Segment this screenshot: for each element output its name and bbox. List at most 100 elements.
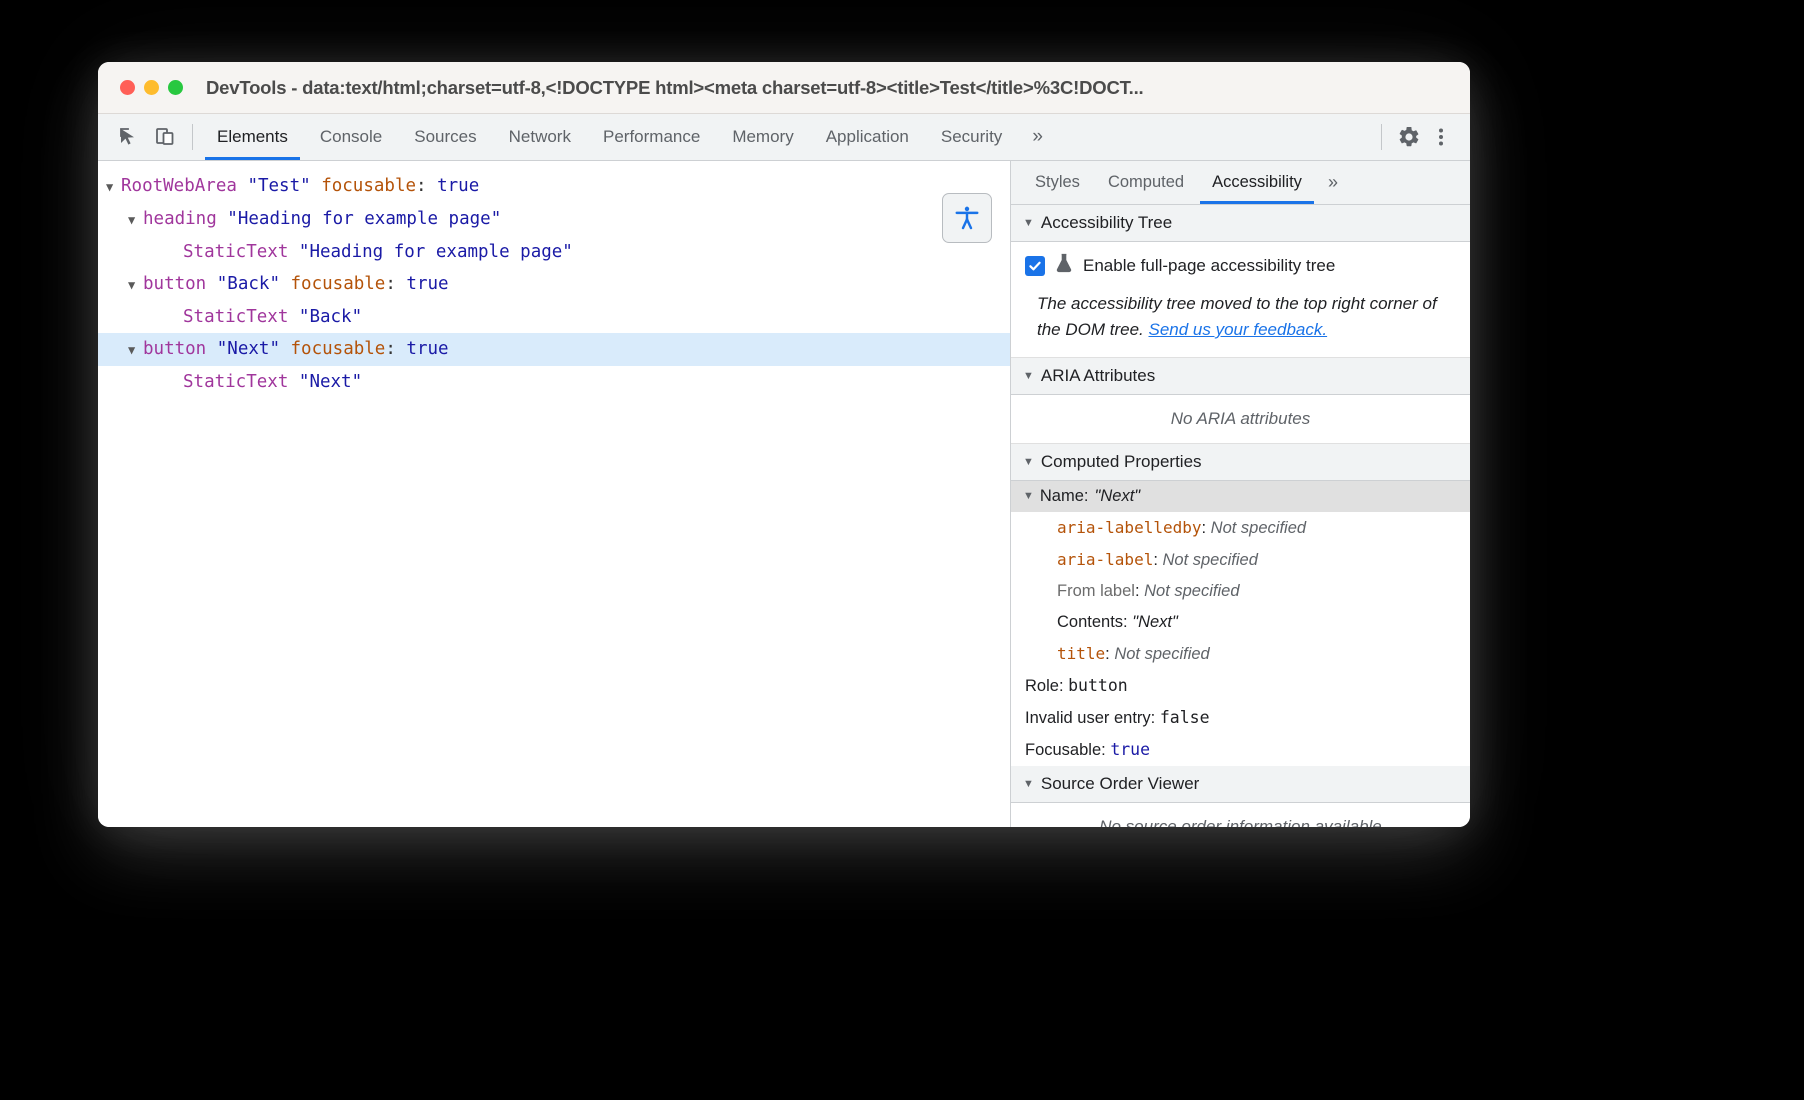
tab-elements[interactable]: Elements: [201, 114, 304, 160]
chevron-down-icon: ▼: [1023, 370, 1034, 382]
section-title-accessibility-tree: Accessibility Tree: [1041, 213, 1172, 233]
computed-property-separator: :: [1105, 645, 1114, 663]
sidebar-tab-accessibility[interactable]: Accessibility: [1198, 161, 1316, 204]
accessibility-tree-node[interactable]: ▼button "Back" focusable: true: [98, 268, 1010, 301]
aria-attributes-empty-text: No ARIA attributes: [1011, 395, 1470, 444]
section-title-aria-attributes: ARIA Attributes: [1041, 366, 1155, 386]
accessibility-tree-node[interactable]: StaticText "Back": [98, 301, 1010, 333]
accessibility-tree-node[interactable]: ▼button "Next" focusable: true: [98, 333, 1010, 366]
tab-sources[interactable]: Sources: [398, 114, 492, 160]
accessibility-tree-pane: ▼RootWebArea "Test" focusable: true▼head…: [98, 161, 1010, 827]
computed-property-key: Contents: [1057, 613, 1123, 631]
close-window-button[interactable]: [120, 80, 135, 95]
node-name: "Next": [217, 339, 280, 359]
computed-property-row[interactable]: aria-label: Not specified: [1011, 544, 1470, 576]
enable-full-page-tree-row[interactable]: Enable full-page accessibility tree: [1011, 242, 1470, 287]
devtools-toolbar: Elements Console Sources Network Perform…: [98, 114, 1470, 161]
elements-sidebar: Styles Computed Accessibility » ▼ Access…: [1010, 161, 1470, 827]
accessibility-tree-node[interactable]: ▼RootWebArea "Test" focusable: true: [98, 170, 1010, 203]
section-header-accessibility-tree[interactable]: ▼ Accessibility Tree: [1011, 205, 1470, 242]
send-feedback-link[interactable]: Send us your feedback.: [1148, 320, 1327, 339]
enable-full-page-tree-checkbox[interactable]: [1025, 256, 1045, 276]
computed-property-row[interactable]: aria-labelledby: Not specified: [1011, 512, 1470, 544]
more-options-icon[interactable]: [1426, 122, 1456, 152]
inspect-element-icon[interactable]: [114, 122, 144, 152]
devtools-window: DevTools - data:text/html;charset=utf-8,…: [98, 62, 1470, 827]
computed-property-row[interactable]: Role: button: [1011, 670, 1470, 702]
tab-performance-label: Performance: [603, 127, 700, 147]
node-attribute-separator: :: [385, 274, 406, 294]
device-toolbar-icon[interactable]: [150, 122, 180, 152]
accessibility-tree-node[interactable]: StaticText "Heading for example page": [98, 236, 1010, 268]
computed-property-row[interactable]: Contents: "Next": [1011, 607, 1470, 638]
node-role: heading: [143, 209, 227, 229]
accessibility-tree-list: ▼RootWebArea "Test" focusable: true▼head…: [98, 161, 1010, 398]
accessibility-tree-node[interactable]: StaticText "Next": [98, 366, 1010, 398]
tab-console[interactable]: Console: [304, 114, 398, 160]
tab-elements-label: Elements: [217, 127, 288, 147]
sidebar-more-tabs-chevron-icon[interactable]: »: [1316, 161, 1350, 204]
maximize-window-button[interactable]: [168, 80, 183, 95]
chevron-down-icon: ▼: [1023, 778, 1034, 790]
computed-property-row[interactable]: From label: Not specified: [1011, 576, 1470, 607]
computed-name-sub-rows: aria-labelledby: Not specifiedaria-label…: [1011, 512, 1470, 670]
tab-security[interactable]: Security: [925, 114, 1018, 160]
sidebar-tab-styles[interactable]: Styles: [1021, 161, 1094, 204]
section-header-computed-properties[interactable]: ▼ Computed Properties: [1011, 444, 1470, 481]
more-tabs-chevron-icon[interactable]: »: [1018, 114, 1057, 160]
minimize-window-button[interactable]: [144, 80, 159, 95]
node-attribute-value: true: [406, 274, 448, 294]
computed-property-value: button: [1068, 676, 1128, 695]
traffic-lights: [120, 80, 183, 95]
computed-property-value: Not specified: [1144, 582, 1239, 600]
computed-name-row[interactable]: ▼ Name: "Next": [1011, 481, 1470, 512]
toolbar-right-icons: [1371, 114, 1470, 160]
computed-property-separator: :: [1059, 677, 1068, 695]
node-name: "Heading for example page": [299, 242, 573, 262]
node-role: StaticText: [183, 372, 299, 392]
node-attribute-value: true: [437, 176, 479, 196]
window-title: DevTools - data:text/html;charset=utf-8,…: [206, 77, 1143, 99]
tab-performance[interactable]: Performance: [587, 114, 716, 160]
computed-property-key: From label: [1057, 582, 1135, 600]
sidebar-tab-computed[interactable]: Computed: [1094, 161, 1198, 204]
tab-sources-label: Sources: [414, 127, 476, 147]
node-name: "Heading for example page": [227, 209, 501, 229]
sidebar-tab-styles-label: Styles: [1035, 173, 1080, 192]
toolbar-divider: [192, 124, 193, 150]
computed-property-separator: :: [1202, 519, 1211, 537]
tab-network-label: Network: [509, 127, 571, 147]
settings-gear-icon[interactable]: [1394, 122, 1424, 152]
computed-property-value: "Next": [1132, 613, 1178, 631]
enable-full-page-tree-label: Enable full-page accessibility tree: [1083, 256, 1335, 276]
computed-property-row[interactable]: Focusable: true: [1011, 734, 1470, 766]
tab-application[interactable]: Application: [810, 114, 925, 160]
expand-triangle-icon[interactable]: ▼: [128, 204, 143, 236]
expand-triangle-icon[interactable]: ▼: [128, 334, 143, 366]
computed-name-value: "Next": [1095, 483, 1141, 510]
computed-property-value: Not specified: [1211, 519, 1306, 537]
toolbar-divider-right: [1381, 124, 1382, 150]
expand-triangle-icon[interactable]: ▼: [128, 269, 143, 301]
accessibility-toggle-icon[interactable]: [942, 193, 992, 243]
computed-property-separator: :: [1153, 551, 1162, 569]
section-header-aria-attributes[interactable]: ▼ ARIA Attributes: [1011, 358, 1470, 395]
tab-security-label: Security: [941, 127, 1002, 147]
tab-memory[interactable]: Memory: [716, 114, 809, 160]
section-header-source-order-viewer[interactable]: ▼ Source Order Viewer: [1011, 766, 1470, 803]
computed-name-key: Name:: [1040, 483, 1089, 510]
expand-triangle-icon[interactable]: ▼: [106, 171, 121, 203]
tab-network[interactable]: Network: [493, 114, 587, 160]
sidebar-tabs: Styles Computed Accessibility »: [1011, 161, 1470, 205]
sidebar-tab-computed-label: Computed: [1108, 173, 1184, 192]
devtools-body: ▼RootWebArea "Test" focusable: true▼head…: [98, 161, 1470, 827]
accessibility-tree-node[interactable]: ▼heading "Heading for example page": [98, 203, 1010, 236]
section-title-computed-properties: Computed Properties: [1041, 452, 1202, 472]
computed-property-value: true: [1110, 740, 1150, 759]
computed-property-row[interactable]: title: Not specified: [1011, 638, 1470, 670]
computed-property-row[interactable]: Invalid user entry: false: [1011, 702, 1470, 734]
node-attribute-separator: :: [385, 339, 406, 359]
tab-application-label: Application: [826, 127, 909, 147]
computed-property-value: false: [1160, 708, 1210, 727]
chevron-down-icon: ▼: [1023, 456, 1034, 468]
